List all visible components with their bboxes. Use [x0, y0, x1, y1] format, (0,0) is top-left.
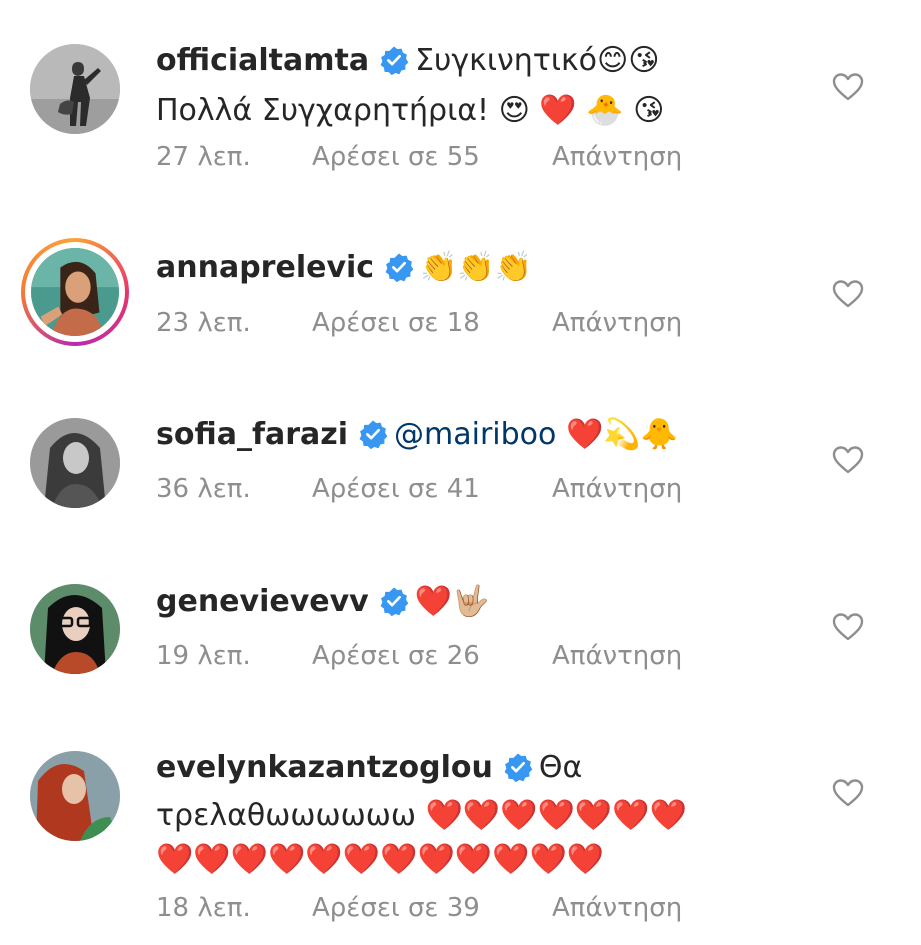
verified-badge-icon [385, 253, 414, 282]
verified-badge-icon [359, 420, 388, 449]
comment-timestamp: 18 λεπ. [156, 893, 251, 923]
username-link[interactable]: sofia_farazi [156, 417, 348, 452]
reply-button[interactable]: Απάντηση [552, 641, 682, 671]
comment-meta: 23 λεπ. Αρέσει σε 18 Απάντηση [156, 308, 682, 338]
like-heart-icon[interactable] [832, 612, 864, 642]
reply-button[interactable]: Απάντηση [552, 893, 682, 923]
reply-button[interactable]: Απάντηση [552, 142, 682, 172]
avatar[interactable] [30, 44, 120, 134]
username-link[interactable]: evelynkazantzoglou [156, 750, 493, 785]
username-link[interactable]: officialtamta [156, 43, 369, 78]
comment-body: ❤️💫🐥 [565, 417, 679, 452]
comment-text: annaprelevic 👏👏👏 [156, 243, 806, 293]
reply-button[interactable]: Απάντηση [552, 474, 682, 504]
comment-meta: 19 λεπ. Αρέσει σε 26 Απάντηση [156, 641, 682, 671]
avatar[interactable] [30, 418, 120, 508]
like-heart-icon[interactable] [832, 72, 864, 102]
comment-text: genevievevv ❤️🤟🏼 [156, 577, 806, 627]
likes-count-link[interactable]: Αρέσει σε 41 [312, 474, 552, 504]
like-heart-icon[interactable] [832, 445, 864, 475]
comment-text: evelynkazantzoglou Θα τρελαθωωωωωω ❤️❤️❤️… [156, 743, 806, 881]
story-ring[interactable] [21, 238, 129, 346]
comment-meta: 36 λεπ. Αρέσει σε 41 Απάντηση [156, 474, 682, 504]
comment-text: officialtamta Συγκινητικό😊😘 Πολλά Συγχαρη… [156, 36, 806, 136]
likes-count-link[interactable]: Αρέσει σε 26 [312, 641, 552, 671]
comment-body: 👏👏👏 [420, 250, 533, 285]
comment-body: Θα [538, 750, 583, 785]
comment-timestamp: 23 λεπ. [156, 308, 251, 338]
likes-count-link[interactable]: Αρέσει σε 18 [312, 308, 552, 338]
username-link[interactable]: annaprelevic [156, 250, 374, 285]
avatar[interactable] [30, 584, 120, 674]
like-heart-icon[interactable] [832, 279, 864, 309]
comment-body-line2: τρελαθωωωωωω ❤️❤️❤️❤️❤️❤️❤️ [156, 798, 687, 833]
verified-badge-icon [380, 587, 409, 616]
username-link[interactable]: genevievevv [156, 584, 369, 619]
avatar [31, 248, 119, 336]
comment-text: sofia_farazi @mairiboo ❤️💫🐥 [156, 410, 806, 460]
likes-count-link[interactable]: Αρέσει σε 55 [312, 142, 552, 172]
comment-body-line3: ❤️❤️❤️❤️❤️❤️❤️❤️❤️❤️❤️❤️ [156, 842, 605, 877]
comment-meta: 27 λεπ. Αρέσει σε 55 Απάντηση [156, 142, 682, 172]
comment-meta: 18 λεπ. Αρέσει σε 39 Απάντηση [156, 893, 682, 923]
comment-timestamp: 27 λεπ. [156, 142, 251, 172]
comment-body: Συγκινητικό😊😘 [415, 43, 660, 78]
verified-badge-icon [380, 46, 409, 75]
mention-link[interactable]: @mairiboo [394, 417, 556, 452]
comment-timestamp: 36 λεπ. [156, 474, 251, 504]
likes-count-link[interactable]: Αρέσει σε 39 [312, 893, 552, 923]
like-heart-icon[interactable] [832, 778, 864, 808]
comment-timestamp: 19 λεπ. [156, 641, 251, 671]
verified-badge-icon [504, 753, 533, 782]
reply-button[interactable]: Απάντηση [552, 308, 682, 338]
avatar[interactable] [30, 751, 120, 841]
comment-body: ❤️🤟🏼 [414, 584, 490, 619]
comment-body-line2: Πολλά Συγχαρητήρια! 😍 ❤️ 🐣 😘 [156, 93, 665, 128]
